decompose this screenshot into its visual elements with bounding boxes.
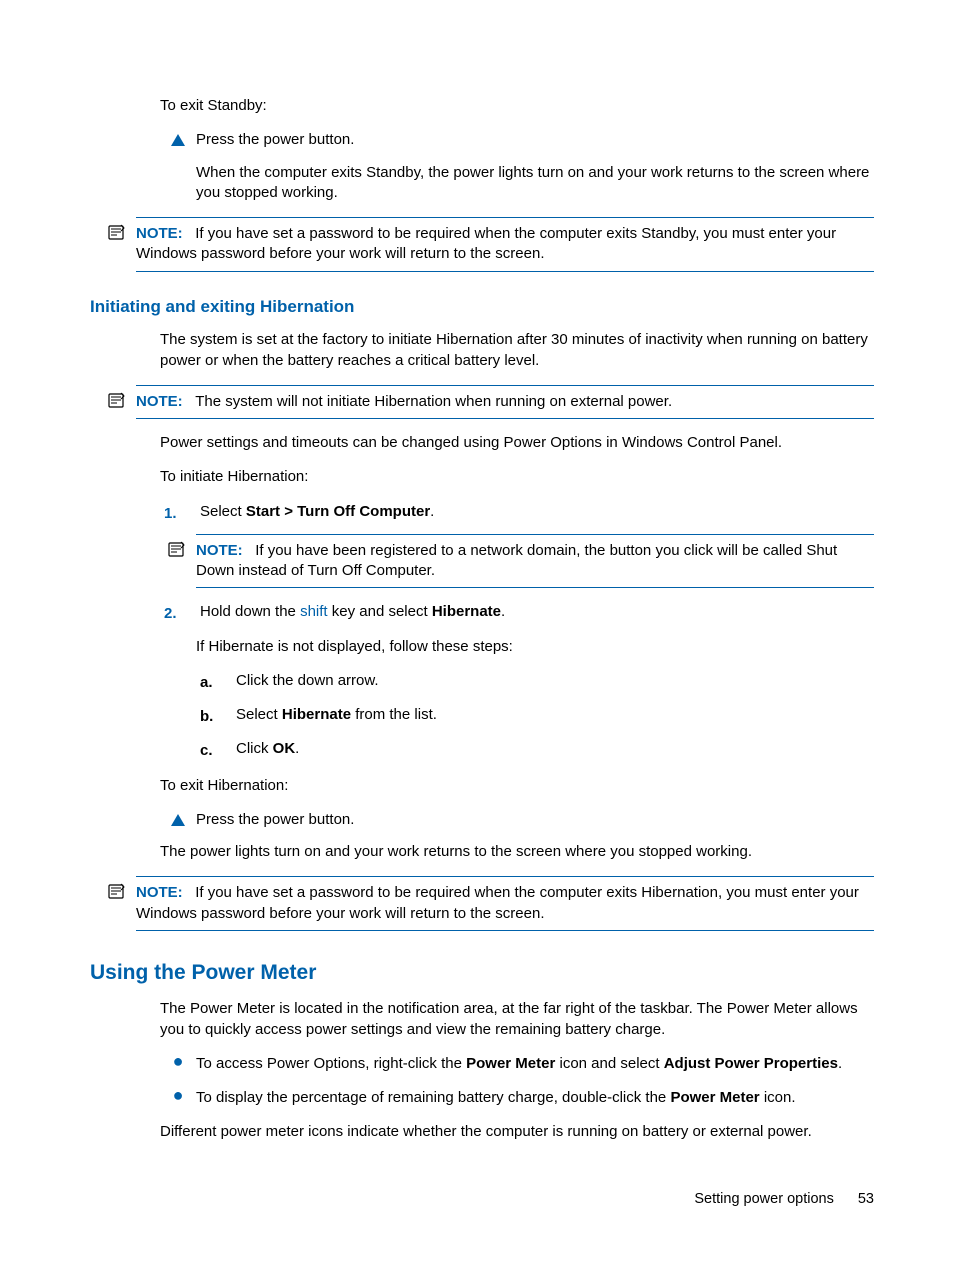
heading-power-meter: Using the Power Meter xyxy=(90,959,874,987)
triangle-icon xyxy=(160,130,196,146)
paragraph: The Power Meter is located in the notifi… xyxy=(160,999,874,1040)
paragraph: The system is set at the factory to init… xyxy=(160,330,874,371)
substep-text: Click the down arrow. xyxy=(236,671,874,691)
note-text xyxy=(187,225,195,242)
paragraph: If Hibernate is not displayed, follow th… xyxy=(196,637,874,657)
substep-marker: b. xyxy=(196,705,236,727)
substep-marker: c. xyxy=(196,739,236,761)
step-number: 1. xyxy=(160,502,200,524)
note-block: NOTE: If you have set a password to be r… xyxy=(136,217,874,272)
triangle-icon xyxy=(160,810,196,826)
note-icon xyxy=(108,392,126,416)
note-text: If you have set a password to be require… xyxy=(136,884,859,921)
note-label: NOTE: xyxy=(196,542,243,559)
bullet-item: ● To display the percentage of remaining… xyxy=(160,1088,874,1108)
paragraph: To exit Standby: xyxy=(160,96,874,116)
step-text: Select Start > Turn Off Computer. xyxy=(200,502,874,522)
note-label: NOTE: xyxy=(136,393,183,410)
bullet-item: ● To access Power Options, right-click t… xyxy=(160,1054,874,1074)
substep-text: Select Hibernate from the list. xyxy=(236,705,874,725)
step-text: Hold down the shift key and select Hiber… xyxy=(200,602,874,622)
shift-key-link: shift xyxy=(300,603,328,620)
paragraph: Power settings and timeouts can be chang… xyxy=(160,433,874,453)
step-1: 1. Select Start > Turn Off Computer. xyxy=(160,502,874,524)
note-text: If you have set a password to be require… xyxy=(136,225,836,262)
note-icon xyxy=(108,883,126,907)
step-text: Press the power button. xyxy=(196,130,874,150)
step-item: Press the power button. xyxy=(160,130,874,150)
note-block: NOTE: If you have been registered to a n… xyxy=(196,534,874,589)
note-label: NOTE: xyxy=(136,884,183,901)
note-icon xyxy=(168,541,186,565)
paragraph: To exit Hibernation: xyxy=(160,776,874,796)
paragraph: To initiate Hibernation: xyxy=(160,467,874,487)
step-item: Press the power button. xyxy=(160,810,874,830)
bullet-icon: ● xyxy=(160,1054,196,1068)
substep-text: Click OK. xyxy=(236,739,874,759)
footer-page-number: 53 xyxy=(858,1191,874,1207)
bullet-icon: ● xyxy=(160,1088,196,1102)
note-text: If you have been registered to a network… xyxy=(196,542,837,579)
note-block: NOTE: If you have set a password to be r… xyxy=(136,876,874,931)
substep-marker: a. xyxy=(196,671,236,693)
paragraph: Different power meter icons indicate whe… xyxy=(160,1122,874,1142)
note-text: The system will not initiate Hibernation… xyxy=(195,393,672,410)
substep-a: a. Click the down arrow. xyxy=(196,671,874,693)
note-label: NOTE: xyxy=(136,225,183,242)
note-icon xyxy=(108,224,126,248)
bullet-text: To display the percentage of remaining b… xyxy=(196,1088,874,1108)
heading-hibernation: Initiating and exiting Hibernation xyxy=(90,296,874,319)
paragraph: When the computer exits Standby, the pow… xyxy=(196,163,874,204)
document-page: To exit Standby: Press the power button.… xyxy=(0,0,954,1270)
step-text: Press the power button. xyxy=(196,810,874,830)
footer-section: Setting power options xyxy=(694,1191,833,1207)
page-footer: Setting power options 53 xyxy=(694,1190,874,1210)
note-block: NOTE: The system will not initiate Hiber… xyxy=(136,385,874,419)
step-number: 2. xyxy=(160,602,200,624)
paragraph: The power lights turn on and your work r… xyxy=(160,842,874,862)
substep-b: b. Select Hibernate from the list. xyxy=(196,705,874,727)
step-2: 2. Hold down the shift key and select Hi… xyxy=(160,602,874,624)
bullet-text: To access Power Options, right-click the… xyxy=(196,1054,874,1074)
substep-c: c. Click OK. xyxy=(196,739,874,761)
